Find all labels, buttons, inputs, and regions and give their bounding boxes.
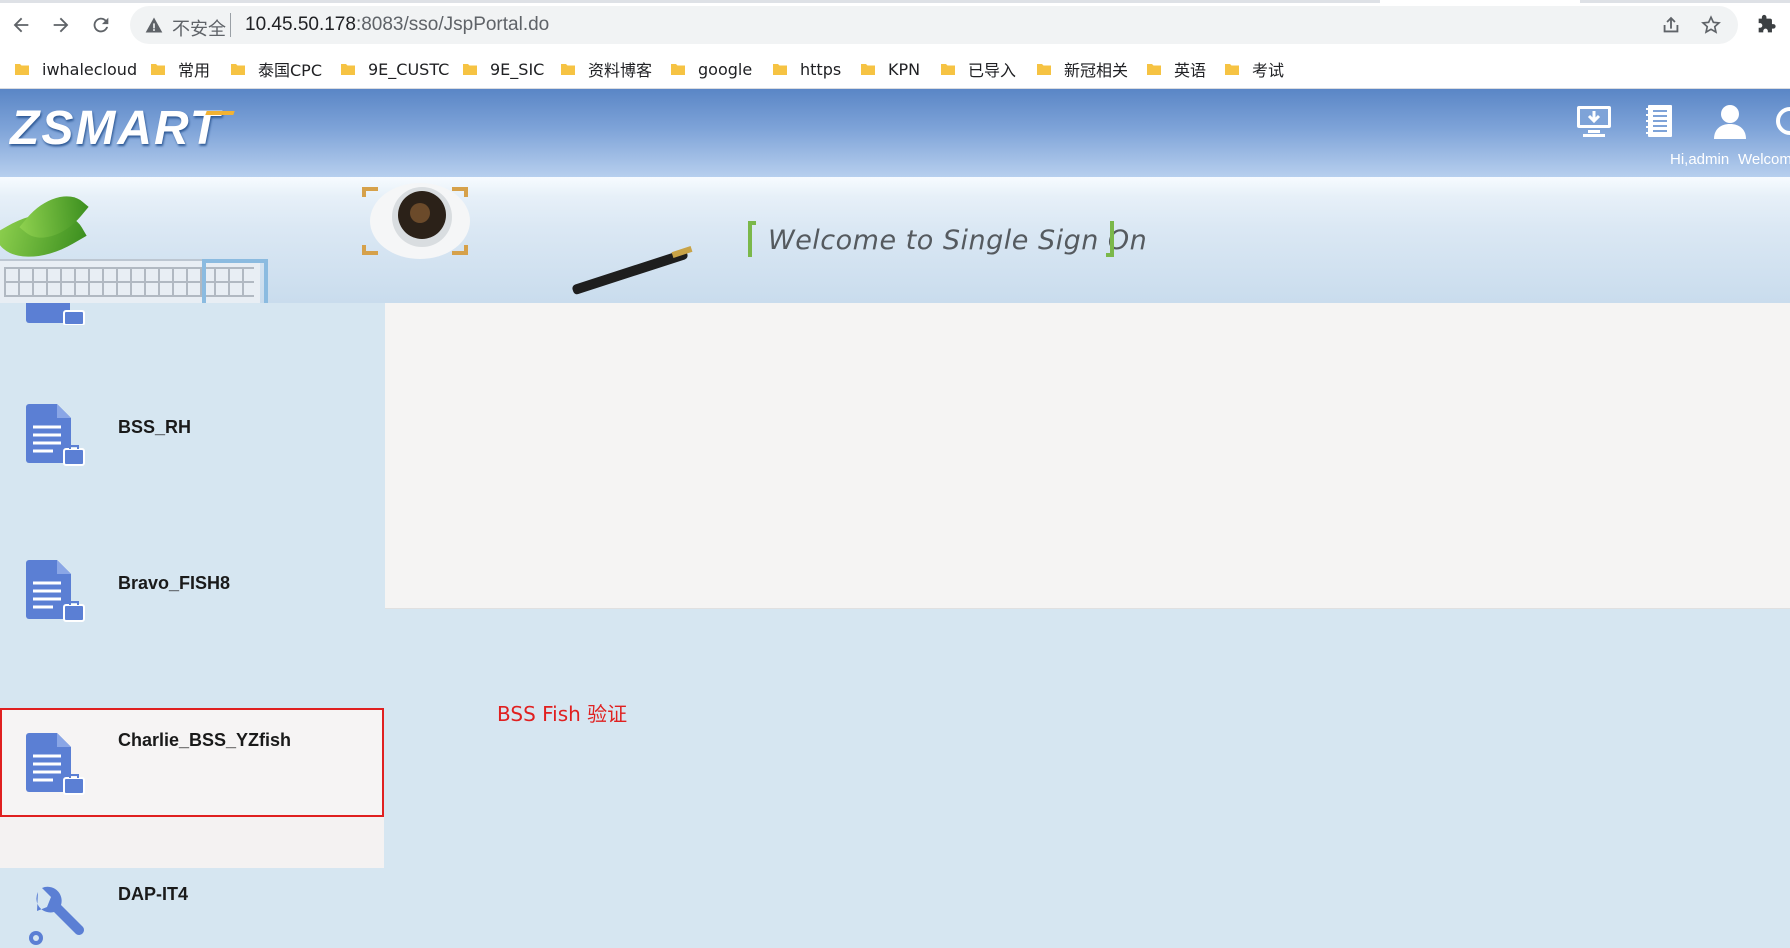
back-button[interactable] [6, 10, 36, 40]
security-label[interactable]: 不安全 [172, 15, 226, 41]
user-icon[interactable] [1710, 103, 1750, 139]
app-header: ZSMART Hi,admin Welcom [0, 89, 1790, 177]
bracket-right [1106, 221, 1114, 257]
bookmark-folder[interactable]: 9E_CUSTC [340, 58, 449, 80]
logout-icon[interactable] [1772, 103, 1790, 139]
arrow-right-icon [53, 17, 69, 33]
bookmark-label: google [698, 59, 753, 79]
app-item-dap-it4[interactable]: DAP-IT4 [0, 868, 384, 948]
folder-icon [151, 64, 165, 75]
bookmark-label: 泰国CPC [258, 61, 322, 80]
folder-icon [231, 64, 245, 75]
wrench-icon [29, 886, 84, 945]
bookmark-folder[interactable]: iwhalecloud [14, 58, 137, 80]
url-path: :8083/sso/JspPortal.do [355, 14, 550, 35]
bookmark-folder[interactable]: https [772, 58, 841, 80]
app-item-label: DAP-IT4 [118, 884, 189, 904]
bracket-left [748, 221, 756, 257]
document-icon [26, 560, 85, 622]
bookmark-label: 资料博客 [588, 61, 653, 80]
bookmark-folder[interactable]: 常用 [150, 58, 210, 80]
bookmark-folder[interactable]: 9E_SIC [462, 58, 544, 80]
url-text[interactable]: 10.45.50.178:8083/sso/JspPortal.do [245, 14, 549, 36]
bookmark-label: 已导入 [968, 61, 1017, 80]
reload-icon [93, 17, 109, 33]
bookmarks-bar: iwhalecloud 常用 泰国CPC 9E_CUSTC 9E_SIC 资料博… [0, 50, 1790, 89]
frame-corner-image [202, 259, 268, 303]
sso-banner: Welcome to Single Sign On [0, 177, 1790, 303]
folder-icon [1147, 64, 1161, 75]
url-host: 10.45.50.178 [245, 14, 356, 35]
warning-icon[interactable] [144, 15, 164, 35]
bookmark-label: KPN [888, 59, 921, 79]
tabstrip-edge-right [1580, 0, 1790, 3]
folder-icon [463, 64, 477, 75]
document-icon [26, 404, 85, 466]
share-icon[interactable] [1660, 14, 1682, 36]
address-bar[interactable]: 不安全 10.45.50.178:8083/sso/JspPortal.do [130, 6, 1738, 44]
app-list-sidebar: BSS_RH Bravo_FISH8 Charlie_BSS_YZfish DA… [0, 303, 384, 948]
banner-highlight [0, 177, 1790, 197]
app-item-bravo-fish8[interactable]: Bravo_FISH8 [0, 539, 384, 695]
folder-icon [1225, 64, 1239, 75]
address-separator [230, 13, 231, 37]
bookmark-folder[interactable]: 英语 [1146, 58, 1206, 80]
welcome-text: Welcome to Single Sign On [768, 225, 1148, 256]
bookmark-folder[interactable]: 已导入 [940, 58, 1016, 80]
download-monitor-icon[interactable] [1574, 103, 1614, 139]
bookmark-label: 常用 [178, 61, 211, 80]
bookmark-folder[interactable]: 新冠相关 [1036, 58, 1128, 80]
folder-icon [1037, 64, 1051, 75]
extensions-puzzle-icon[interactable] [1755, 14, 1777, 36]
notebook-icon[interactable] [1640, 103, 1680, 139]
bookmark-folder[interactable]: KPN [860, 58, 920, 80]
bookmark-folder[interactable]: google [670, 58, 752, 80]
app-item-bss-rh[interactable]: BSS_RH [0, 383, 384, 539]
folder-icon [561, 64, 575, 75]
arrow-left-icon [13, 17, 29, 33]
bookmark-label: 英语 [1174, 61, 1207, 80]
app-item-label: Charlie_BSS_YZfish [118, 730, 292, 750]
bookmark-star-icon[interactable] [1700, 14, 1722, 36]
folder-icon [861, 64, 875, 75]
document-icon [26, 303, 85, 325]
bookmark-label: 9E_CUSTC [368, 59, 450, 79]
bookmark-folder[interactable]: 考试 [1224, 58, 1284, 80]
bookmark-folder[interactable]: 资料博客 [560, 58, 652, 80]
document-icon [26, 733, 85, 795]
bookmark-label: 9E_SIC [490, 59, 545, 79]
logo-accent [205, 111, 235, 115]
folder-icon [773, 64, 787, 75]
reload-button[interactable] [86, 10, 116, 40]
app-item-charlie-bss-yzfish[interactable]: Charlie_BSS_YZfish [0, 708, 384, 817]
content-panel [385, 303, 1790, 609]
bookmark-label: https [800, 59, 842, 79]
app-item-label: Bravo_FISH8 [118, 573, 231, 593]
forward-button[interactable] [46, 10, 76, 40]
bookmark-label: 考试 [1252, 61, 1285, 80]
welcome-label: Welcom [1738, 151, 1790, 168]
fountain-pen-image [571, 248, 689, 296]
folder-icon [341, 64, 355, 75]
folder-icon [671, 64, 685, 75]
bookmark-label: 新冠相关 [1064, 61, 1129, 80]
annotation-text: BSS Fish 验证 [497, 702, 628, 726]
browser-toolbar: 不安全 10.45.50.178:8083/sso/JspPortal.do [0, 0, 1790, 50]
tabstrip-edge [0, 0, 1380, 3]
app-item-label: BSS_RH [118, 417, 192, 437]
bookmark-label: iwhalecloud [42, 59, 138, 79]
bookmark-folder[interactable]: 泰国CPC [230, 58, 322, 80]
user-greeting: Hi,admin [1670, 151, 1730, 168]
folder-icon [941, 64, 955, 75]
folder-icon [15, 64, 29, 75]
zsmart-logo: ZSMART [10, 102, 222, 155]
coffee-cup-image [362, 183, 470, 259]
